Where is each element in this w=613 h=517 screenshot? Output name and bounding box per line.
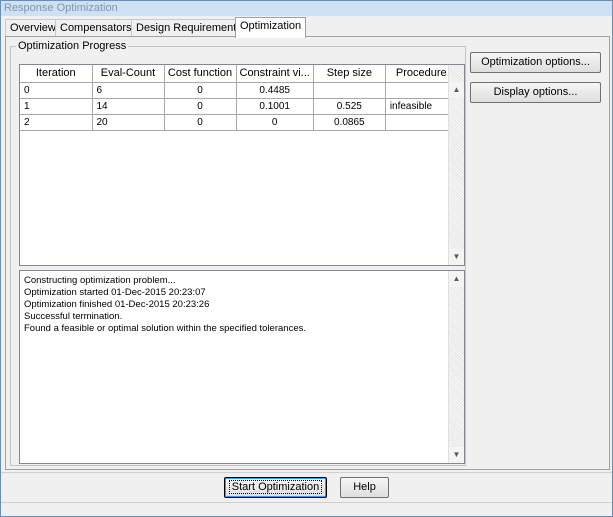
tab-design-requirements[interactable]: Design Requirements (131, 19, 247, 37)
display-options-button[interactable]: Display options... (470, 82, 601, 103)
optimization-progress-label: Optimization Progress (16, 40, 129, 52)
status-bar (1, 502, 612, 516)
arrow-down-icon[interactable]: ▼ (449, 249, 464, 265)
table-cell: infeasible (385, 98, 458, 115)
tab-compensators[interactable]: Compensators (55, 19, 137, 37)
tab-overview[interactable]: Overview (5, 19, 61, 37)
column-header-iteration[interactable]: Iteration (20, 65, 93, 83)
table-cell (313, 82, 386, 99)
table-row[interactable]: 2 20 0 0 0.0865 (20, 114, 458, 131)
log-vertical-scrollbar[interactable]: ▲ ▼ (448, 271, 464, 463)
table-vertical-scrollbar[interactable]: ▲ ▼ (448, 65, 464, 265)
log-line: Successful termination. (24, 311, 123, 322)
log-line: Found a feasible or optimal solution wit… (24, 323, 306, 334)
bottom-button-bar: Start Optimization Help (1, 472, 612, 502)
table-cell: 0 (164, 82, 237, 99)
optimization-options-button[interactable]: Optimization options... (470, 52, 601, 73)
arrow-up-icon[interactable]: ▲ (449, 271, 464, 287)
table-cell: 20 (92, 114, 165, 131)
log-line: Optimization finished 01-Dec-2015 20:23:… (24, 299, 210, 310)
table-cell: 0.0865 (313, 114, 386, 131)
table-cell: 1 (20, 98, 93, 115)
tab-optimization[interactable]: Optimization (235, 17, 307, 38)
progress-table-header: Iteration Eval-Count Cost function Const… (20, 65, 458, 83)
log-line: Optimization started 01-Dec-2015 20:23:0… (24, 287, 206, 298)
progress-table: Iteration Eval-Count Cost function Const… (20, 65, 458, 131)
optimization-progress-group: Optimization Progress Iteration Eval-Cou… (10, 40, 466, 466)
table-cell: 0.4485 (236, 82, 314, 99)
table-cell: 0 (164, 114, 237, 131)
log-line: Constructing optimization problem... (24, 275, 176, 286)
column-header-cost-function[interactable]: Cost function (164, 65, 237, 83)
column-header-eval-count[interactable]: Eval-Count (92, 65, 165, 83)
table-cell: 2 (20, 114, 93, 131)
table-row[interactable]: 0 6 0 0.4485 (20, 82, 458, 99)
table-cell (385, 114, 458, 131)
help-button[interactable]: Help (340, 477, 389, 498)
column-header-constraint-violation[interactable]: Constraint vi... (236, 65, 314, 83)
table-cell: 0.1001 (236, 98, 314, 115)
start-optimization-label: Start Optimization (228, 480, 323, 494)
log-text-area[interactable]: Constructing optimization problem... Opt… (19, 270, 465, 464)
table-cell: 0 (20, 82, 93, 99)
table-row[interactable]: 1 14 0 0.1001 0.525 infeasible (20, 98, 458, 115)
optimization-tab-panel: Optimization Progress Iteration Eval-Cou… (5, 36, 610, 470)
progress-table-container: Iteration Eval-Count Cost function Const… (19, 64, 465, 266)
log-lines: Constructing optimization problem... Opt… (20, 275, 306, 335)
arrow-down-icon[interactable]: ▼ (449, 447, 464, 463)
column-header-step-size[interactable]: Step size (313, 65, 386, 83)
column-header-procedure[interactable]: Procedure (385, 65, 458, 83)
table-cell: 14 (92, 98, 165, 115)
table-cell: 0 (236, 114, 314, 131)
response-optimization-window: Response Optimization Overview Compensat… (0, 0, 613, 517)
table-cell: 6 (92, 82, 165, 99)
table-cell (385, 82, 458, 99)
window-title: Response Optimization (1, 1, 612, 16)
table-cell: 0 (164, 98, 237, 115)
arrow-up-icon[interactable]: ▲ (449, 82, 464, 98)
table-cell: 0.525 (313, 98, 386, 115)
start-optimization-button[interactable]: Start Optimization (224, 477, 327, 498)
